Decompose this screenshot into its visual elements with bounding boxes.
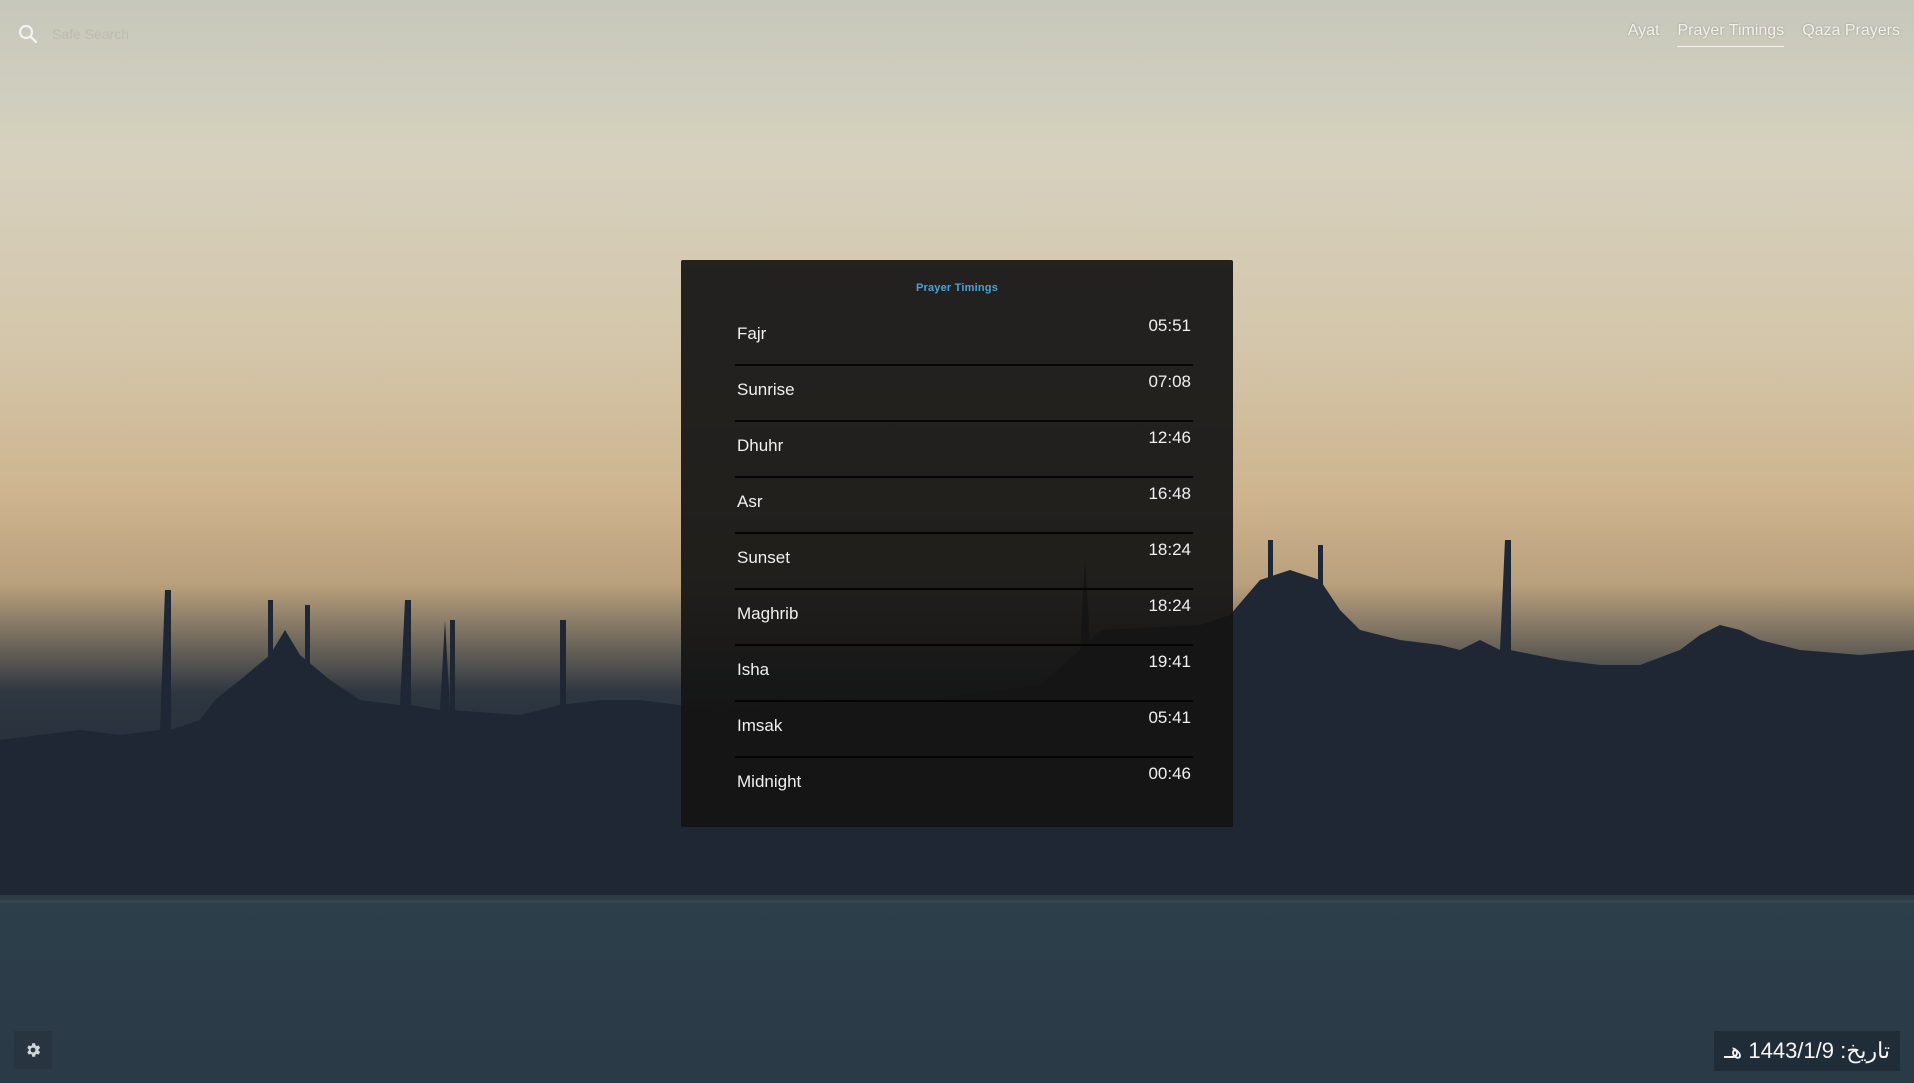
prayer-time: 05:51	[1148, 316, 1191, 335]
nav-item-qaza-prayers[interactable]: Qaza Prayers	[1802, 22, 1900, 47]
prayer-row-imsak: Imsak 05:41	[735, 702, 1193, 758]
prayer-name: Midnight	[737, 772, 802, 791]
prayer-row-maghrib: Maghrib 18:24	[735, 590, 1193, 646]
prayer-name: Sunrise	[737, 380, 795, 399]
prayer-time: 19:41	[1148, 652, 1191, 671]
prayer-time: 05:41	[1148, 708, 1191, 727]
prayer-name: Maghrib	[737, 604, 799, 623]
prayer-time: 07:08	[1148, 372, 1191, 391]
prayer-row-midnight: Midnight 00:46	[735, 758, 1193, 812]
prayer-row-isha: Isha 19:41	[735, 646, 1193, 702]
prayer-time: 16:48	[1148, 484, 1191, 503]
gear-icon	[27, 1043, 41, 1057]
top-nav: Ayat Prayer Timings Qaza Prayers	[1628, 22, 1900, 47]
prayer-name: Dhuhr	[737, 436, 784, 455]
prayer-time: 18:24	[1148, 540, 1191, 559]
search-bar[interactable]	[18, 24, 354, 44]
prayer-time: 00:46	[1148, 764, 1191, 783]
prayer-time: 18:24	[1148, 596, 1191, 615]
settings-button[interactable]	[14, 1031, 52, 1069]
search-icon[interactable]	[18, 24, 38, 44]
prayer-name: Asr	[737, 492, 763, 511]
prayer-row-sunset: Sunset 18:24	[735, 534, 1193, 590]
prayer-row-fajr: Fajr 05:51	[735, 310, 1193, 366]
search-input[interactable]	[50, 25, 354, 43]
prayer-row-sunrise: Sunrise 07:08	[735, 366, 1193, 422]
prayer-name: Sunset	[737, 548, 790, 567]
prayer-list: Fajr 05:51 Sunrise 07:08 Dhuhr 12:46 Asr…	[735, 310, 1193, 812]
prayer-time: 12:46	[1148, 428, 1191, 447]
hijri-date-badge: تاریخ: 1443/1/9 هـ	[1714, 1031, 1900, 1071]
nav-item-ayat[interactable]: Ayat	[1628, 22, 1660, 47]
prayer-name: Fajr	[737, 324, 767, 343]
prayer-row-dhuhr: Dhuhr 12:46	[735, 422, 1193, 478]
panel-title: Prayer Timings	[915, 282, 999, 294]
prayer-name: Imsak	[737, 716, 783, 735]
prayer-row-asr: Asr 16:48	[735, 478, 1193, 534]
prayer-name: Isha	[737, 660, 770, 679]
nav-item-prayer-timings[interactable]: Prayer Timings	[1677, 22, 1785, 47]
prayer-timings-panel: Prayer Timings Fajr 05:51 Sunrise 07:08 …	[681, 260, 1233, 827]
